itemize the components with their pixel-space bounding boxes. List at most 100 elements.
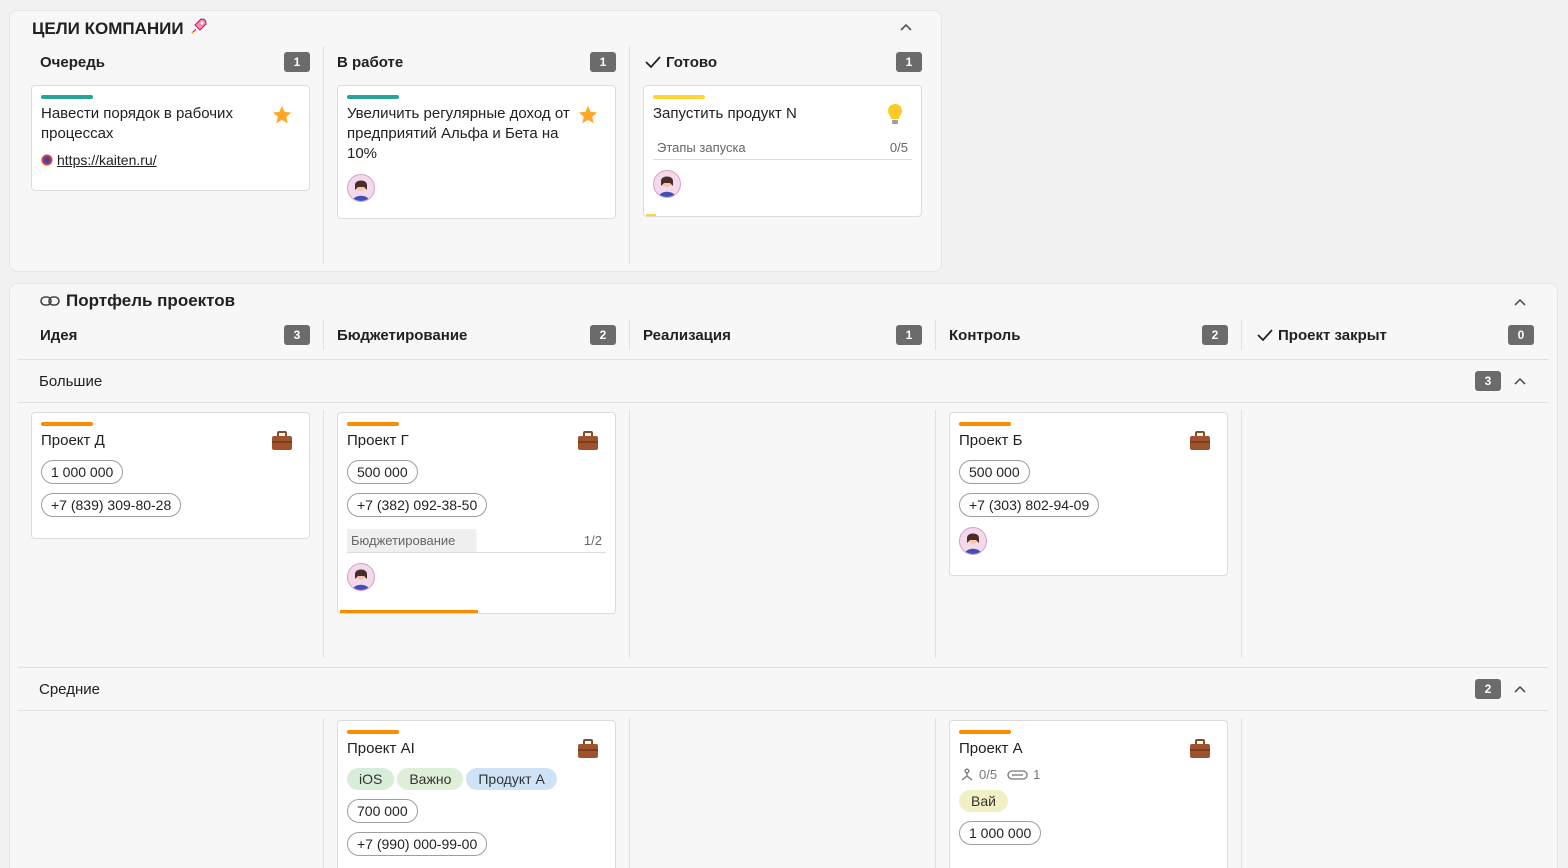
website-icon [41, 154, 53, 166]
amount-field[interactable]: 1 000 000 [41, 460, 124, 484]
avatar[interactable] [653, 170, 681, 198]
column-name: Проект закрыт [1278, 326, 1387, 344]
attachment-count: 1 [1033, 767, 1041, 782]
briefcase-icon [1189, 431, 1211, 456]
card-color-bar [41, 422, 93, 426]
goals-board-title[interactable]: ЦЕЛИ КОМПАНИИ [32, 17, 208, 40]
column-divider [1241, 320, 1242, 350]
tag-product[interactable]: Продукт А [466, 768, 557, 790]
card-title: Проект Б [959, 432, 1023, 449]
project-card[interactable]: Проект Д 1 000 000 +7 (839) 309-80-28 [31, 412, 310, 539]
card-title: Запустить продукт N [653, 105, 797, 122]
goal-card[interactable]: Запустить продукт N Этапы запуска 0/5 [643, 85, 922, 217]
column-count: 2 [1202, 325, 1228, 345]
star-icon[interactable] [271, 104, 293, 131]
project-card[interactable]: Проект Б 500 000 +7 (303) 802-94-09 [949, 412, 1228, 576]
portfolio-board-title[interactable]: Портфель проектов [40, 291, 235, 311]
column-count: 3 [284, 325, 310, 345]
checklist-name: Этапы запуска [657, 140, 746, 155]
briefcase-icon [577, 431, 599, 456]
portfolio-column-idea[interactable]: Идея 3 [40, 323, 310, 347]
card-color-bar [959, 422, 1011, 426]
lane-count: 2 [1475, 679, 1501, 699]
column-divider [935, 320, 936, 350]
amount-field[interactable]: 500 000 [347, 460, 418, 484]
goal-card[interactable]: Увеличить регулярные доход от предприяти… [337, 85, 616, 219]
card-color-bar [347, 422, 399, 426]
column-name: Реализация [643, 326, 731, 344]
phone-field[interactable]: +7 (303) 802-94-09 [959, 493, 1100, 517]
card-title: Проект AI [347, 740, 415, 757]
lane-count: 3 [1475, 371, 1501, 391]
column-count: 1 [896, 52, 922, 72]
swimlane-medium[interactable]: Средние 2 [18, 668, 1548, 710]
column-name: В работе [337, 53, 404, 71]
column-divider [935, 718, 936, 868]
column-count: 1 [284, 52, 310, 72]
chevron-up-icon[interactable] [1513, 376, 1527, 386]
phone-field[interactable]: +7 (990) 000-99-00 [347, 832, 488, 856]
goals-column-done[interactable]: Готово 1 [645, 50, 922, 74]
card-color-bar [959, 730, 1011, 734]
portfolio-column-control[interactable]: Контроль 2 [949, 323, 1228, 347]
amount-field[interactable]: 1 000 000 [959, 821, 1042, 845]
card-color-bar [653, 95, 705, 99]
goal-card[interactable]: Навести порядок в рабочих процессах http… [31, 85, 310, 191]
goals-column-in-progress[interactable]: В работе 1 [337, 50, 616, 74]
lane-divider [18, 710, 1548, 711]
column-name: Контроль [949, 326, 1021, 344]
briefcase-icon [271, 431, 293, 456]
project-card[interactable]: Проект Г 500 000 +7 (382) 092-38-50 Бюдж… [337, 412, 616, 614]
checkmark-icon [1257, 329, 1273, 342]
column-divider [935, 410, 936, 658]
project-card[interactable]: Проект А 0/5 1 Вай 1 000 000 [949, 720, 1228, 868]
attachment-icon [1007, 769, 1028, 780]
column-count: 2 [590, 325, 616, 345]
card-title: Проект Д [41, 432, 105, 449]
lane-name: Большие [39, 372, 103, 390]
goals-collapse-icon[interactable] [899, 19, 913, 35]
column-divider [629, 320, 630, 350]
portfolio-column-budgeting[interactable]: Бюджетирование 2 [337, 323, 616, 347]
card-checklist[interactable]: Этапы запуска 0/5 [653, 136, 912, 160]
portfolio-collapse-icon[interactable] [1513, 294, 1527, 310]
phone-field[interactable]: +7 (839) 309-80-28 [41, 493, 182, 517]
column-count: 0 [1508, 325, 1534, 345]
goals-column-queue[interactable]: Очередь 1 [40, 50, 310, 74]
column-count: 1 [590, 52, 616, 72]
card-color-bar [347, 730, 399, 734]
star-icon[interactable] [577, 104, 599, 131]
tag-ios[interactable]: iOS [347, 768, 395, 790]
avatar[interactable] [347, 563, 375, 591]
portfolio-column-implementation[interactable]: Реализация 1 [643, 323, 922, 347]
subtasks-icon [961, 768, 973, 781]
swimlane-large[interactable]: Большие 3 [18, 360, 1548, 402]
avatar[interactable] [959, 527, 987, 555]
lightbulb-icon[interactable] [885, 102, 905, 131]
link-icon [40, 296, 60, 306]
chevron-up-icon[interactable] [1513, 684, 1527, 694]
tag-important[interactable]: Важно [397, 768, 464, 790]
column-divider [629, 410, 630, 658]
tag-vai[interactable]: Вай [959, 790, 1008, 812]
column-name: Готово [666, 53, 718, 71]
lane-divider [18, 402, 1548, 403]
card-progress-bar [646, 214, 656, 216]
lane-name: Средние [39, 680, 100, 698]
card-title: Навести порядок в рабочих процессах [41, 105, 233, 142]
checklist-progress: 0/5 [889, 140, 908, 155]
amount-field[interactable]: 700 000 [347, 799, 418, 823]
column-name: Идея [40, 326, 78, 344]
project-card[interactable]: Проект AI iOS Важно Продукт А 700 000 +7 (… [337, 720, 616, 868]
column-divider [629, 46, 630, 264]
card-checklist[interactable]: Бюджетирование 1/2 [347, 529, 606, 553]
column-divider [323, 46, 324, 264]
portfolio-column-closed[interactable]: Проект закрыт 0 [1257, 323, 1534, 347]
card-color-bar [41, 95, 93, 99]
amount-field[interactable]: 500 000 [959, 460, 1030, 484]
avatar[interactable] [347, 174, 375, 202]
card-link[interactable]: https://kaiten.ru/ [41, 152, 300, 168]
phone-field[interactable]: +7 (382) 092-38-50 [347, 493, 488, 517]
column-divider [323, 320, 324, 350]
checkmark-icon [645, 56, 661, 69]
